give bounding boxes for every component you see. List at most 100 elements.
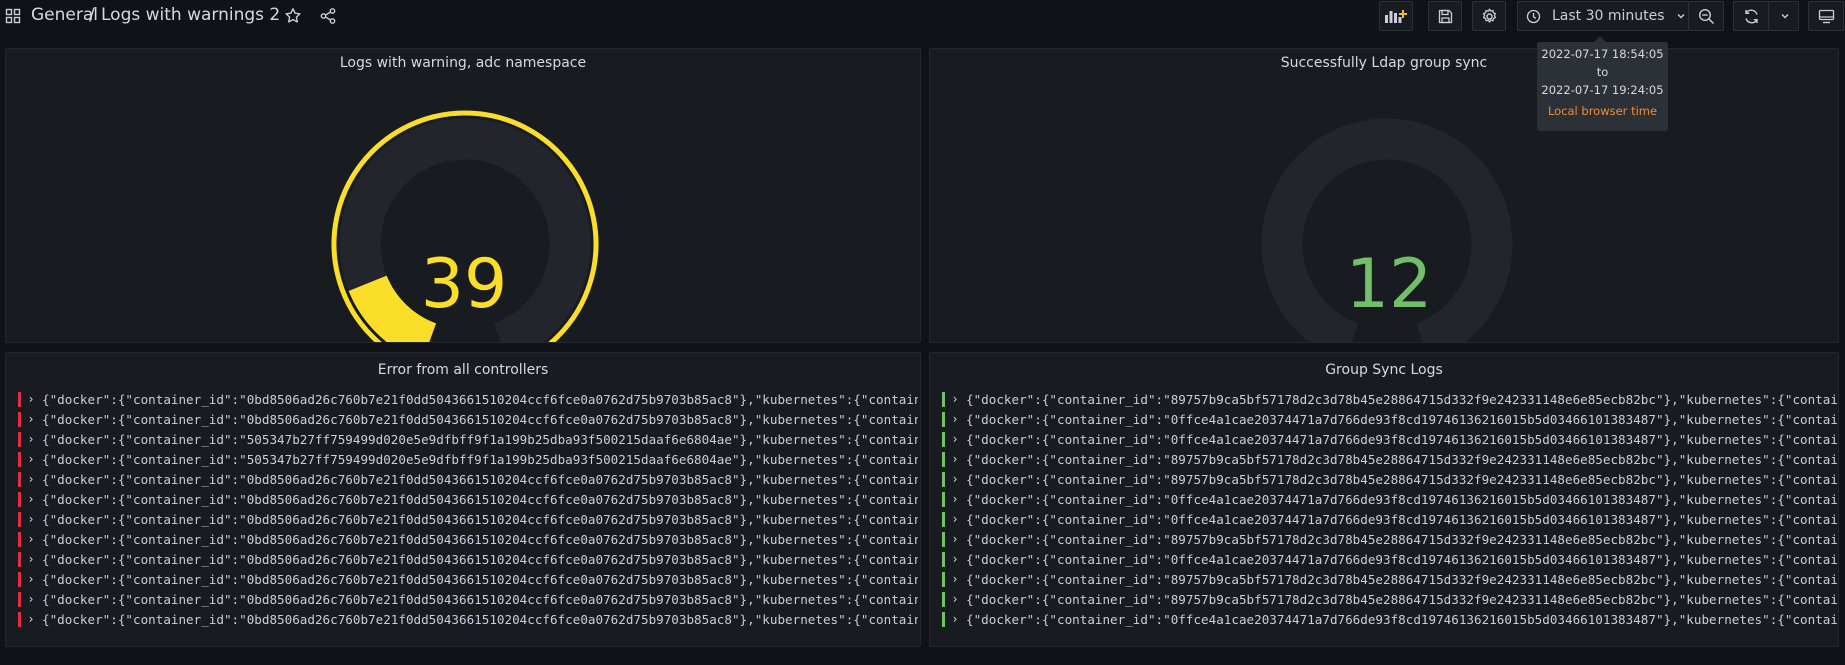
expand-chevron-icon[interactable]: › (26, 411, 36, 428)
dashboard-settings-button[interactable] (1472, 1, 1506, 31)
tooltip-from: 2022-07-17 18:54:05 (1541, 47, 1664, 61)
panel-title[interactable]: Error from all controllers (6, 362, 920, 378)
log-level-indicator (18, 572, 21, 587)
gauge-value: 12 (1345, 245, 1433, 324)
log-message: {"docker":{"container_id":"0ffce4a1cae20… (966, 412, 1838, 427)
log-level-indicator (942, 612, 945, 627)
log-level-indicator (18, 452, 21, 467)
log-list: › {"docker":{"container_id":"0bd8506ad26c… (18, 391, 918, 646)
log-message: {"docker":{"container_id":"0bd8506ad26c7… (42, 412, 918, 427)
panel-title[interactable]: Group Sync Logs (930, 362, 1838, 378)
log-message: {"docker":{"container_id":"0bd8506ad26c7… (42, 572, 918, 587)
log-message: {"docker":{"container_id":"0bd8506ad26c7… (42, 552, 918, 567)
panel-ldap-gauge[interactable]: Successfully Ldap group sync 12 (929, 48, 1839, 343)
zoom-out-button[interactable] (1688, 1, 1724, 31)
expand-chevron-icon[interactable]: › (26, 571, 36, 588)
log-message: {"docker":{"container_id":"0bd8506ad26c7… (42, 512, 918, 527)
expand-chevron-icon[interactable]: › (950, 431, 960, 448)
expand-chevron-icon[interactable]: › (26, 471, 36, 488)
log-level-indicator (942, 412, 945, 427)
save-dashboard-button[interactable] (1428, 1, 1462, 31)
expand-chevron-icon[interactable]: › (26, 611, 36, 628)
log-list: › {"docker":{"container_id":"89757b9ca5bf… (942, 391, 1838, 646)
log-message: {"docker":{"container_id":"89757b9ca5bf5… (966, 572, 1838, 587)
log-message: {"docker":{"container_id":"0ffce4a1cae20… (966, 512, 1838, 527)
save-icon (1438, 9, 1452, 23)
expand-chevron-icon[interactable]: › (26, 511, 36, 528)
log-message: {"docker":{"container_id":"0ffce4a1cae20… (966, 552, 1838, 567)
log-message: {"docker":{"container_id":"0ffce4a1cae20… (966, 492, 1838, 507)
expand-chevron-icon[interactable]: › (950, 551, 960, 568)
log-level-indicator (942, 532, 945, 547)
log-message: {"docker":{"container_id":"89757b9ca5bf5… (966, 452, 1838, 467)
expand-chevron-icon[interactable]: › (950, 531, 960, 548)
expand-chevron-icon[interactable]: › (950, 411, 960, 428)
tv-mode-button[interactable] (1808, 1, 1844, 31)
tooltip-caret (1594, 36, 1606, 42)
expand-chevron-icon[interactable]: › (950, 511, 960, 528)
chevron-down-icon[interactable] (1780, 11, 1790, 21)
expand-chevron-icon[interactable]: › (26, 451, 36, 468)
log-level-indicator (942, 392, 945, 407)
expand-chevron-icon[interactable]: › (26, 591, 36, 608)
log-message: {"docker":{"container_id":"89757b9ca5bf5… (966, 392, 1838, 407)
dashboard-title[interactable]: Logs with warnings 2 (101, 5, 280, 25)
refresh-button[interactable] (1733, 1, 1799, 31)
expand-chevron-icon[interactable]: › (950, 611, 960, 628)
panel-warnings-gauge[interactable]: Logs with warning, adc namespace 39 (5, 48, 921, 343)
expand-chevron-icon[interactable]: › (950, 591, 960, 608)
log-level-indicator (942, 592, 945, 607)
time-range-label: Last 30 minutes (1552, 8, 1665, 24)
log-level-indicator (18, 592, 21, 607)
expand-chevron-icon[interactable]: › (26, 551, 36, 568)
log-level-indicator (18, 412, 21, 427)
expand-chevron-icon[interactable]: › (950, 391, 960, 408)
refresh-icon (1745, 9, 1758, 23)
chevron-down-icon (1677, 14, 1685, 19)
share-icon[interactable] (319, 7, 337, 25)
expand-chevron-icon[interactable]: › (26, 491, 36, 508)
expand-chevron-icon[interactable]: › (950, 451, 960, 468)
log-message: {"docker":{"container_id":"0bd8506ad26c7… (42, 592, 918, 607)
log-message: {"docker":{"container_id":"0bd8506ad26c7… (42, 612, 918, 627)
expand-chevron-icon[interactable]: › (950, 491, 960, 508)
log-message: {"docker":{"container_id":"89757b9ca5bf5… (966, 472, 1838, 487)
add-panel-button[interactable] (1379, 1, 1413, 31)
log-level-indicator (942, 492, 945, 507)
log-level-indicator (18, 432, 21, 447)
log-level-indicator (18, 472, 21, 487)
panel-group-sync-logs[interactable]: Group Sync Logs › {"docker":{"container_i… (929, 352, 1839, 647)
breadcrumb-folder[interactable]: General (31, 5, 98, 25)
expand-chevron-icon[interactable]: › (26, 531, 36, 548)
time-range-picker[interactable]: Last 30 minutes (1517, 1, 1689, 31)
gauge-value: 39 (420, 245, 508, 324)
settings-icon (1482, 8, 1496, 23)
log-level-indicator (18, 492, 21, 507)
log-level-indicator (18, 552, 21, 567)
log-message: {"docker":{"container_id":"505347b27ff75… (42, 452, 918, 467)
tooltip-timezone: Local browser time (1547, 104, 1658, 118)
log-level-indicator (18, 612, 21, 627)
expand-chevron-icon[interactable]: › (950, 571, 960, 588)
log-message: {"docker":{"container_id":"0ffce4a1cae20… (966, 612, 1838, 627)
log-level-indicator (942, 472, 945, 487)
log-level-indicator (942, 432, 945, 447)
log-level-indicator (18, 392, 21, 407)
tooltip-to-label: to (1596, 65, 1609, 79)
add-panel-icon (1385, 10, 1407, 23)
refresh-divider (1768, 2, 1769, 30)
log-message: {"docker":{"container_id":"0bd8506ad26c7… (42, 392, 918, 407)
panel-error-logs[interactable]: Error from all controllers › {"docker":{"… (5, 352, 921, 647)
dashboard-navbar: General / Logs with warnings 2 Last 30 m… (0, 0, 1845, 36)
apps-icon[interactable] (5, 8, 21, 24)
log-message: {"docker":{"container_id":"89757b9ca5bf5… (966, 592, 1838, 607)
expand-chevron-icon[interactable]: › (26, 391, 36, 408)
log-level-indicator (18, 532, 21, 547)
expand-chevron-icon[interactable]: › (950, 471, 960, 488)
star-icon[interactable] (284, 7, 302, 25)
expand-chevron-icon[interactable]: › (26, 431, 36, 448)
log-message: {"docker":{"container_id":"0bd8506ad26c7… (42, 492, 918, 507)
time-range-tooltip: 2022-07-17 18:54:05 to 2022-07-17 19:24:… (1537, 36, 1668, 131)
log-message: {"docker":{"container_id":"0bd8506ad26c7… (42, 472, 918, 487)
log-message: {"docker":{"container_id":"0ffce4a1cae20… (966, 432, 1838, 447)
